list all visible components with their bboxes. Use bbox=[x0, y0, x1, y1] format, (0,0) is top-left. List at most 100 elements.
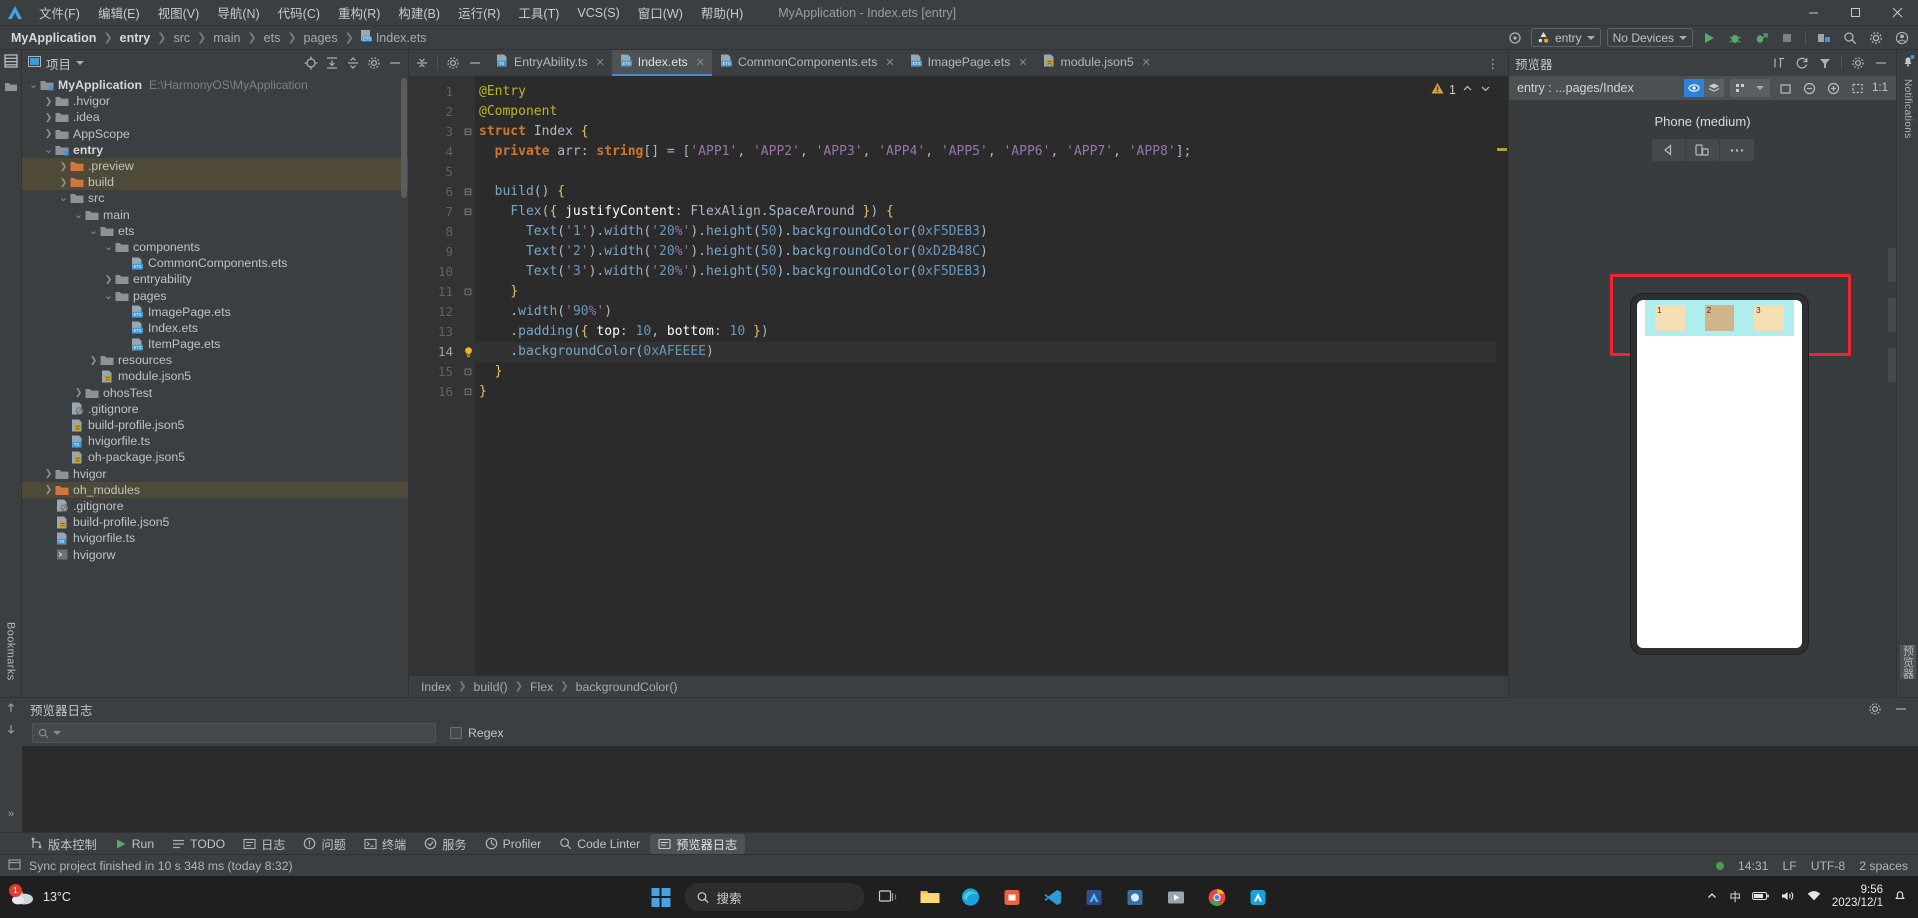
tree-item--idea[interactable]: ❯.idea bbox=[22, 109, 408, 125]
previewer-strip-label[interactable]: 预览器 bbox=[1900, 645, 1916, 679]
search-icon[interactable] bbox=[1840, 28, 1860, 48]
previewer-canvas[interactable]: Phone (medium) 123 bbox=[1509, 100, 1896, 697]
tree-item-oh-package-json5[interactable]: oh-package.json5 bbox=[22, 449, 408, 465]
menu-navigate[interactable]: 导航(N) bbox=[208, 0, 268, 25]
back-icon[interactable] bbox=[1652, 139, 1686, 161]
tree-item-commoncomponents-ets[interactable]: ETSCommonComponents.ets bbox=[22, 255, 408, 271]
expand-log-icon[interactable]: » bbox=[8, 808, 14, 820]
tool-window-profiler[interactable]: Profiler bbox=[477, 836, 550, 852]
more-options-icon[interactable] bbox=[1720, 139, 1754, 161]
phone-button[interactable] bbox=[1888, 348, 1896, 382]
crumb-entry[interactable]: entry bbox=[117, 31, 154, 45]
device-selector[interactable]: No Devices bbox=[1607, 28, 1693, 47]
fold-open-icon[interactable]: ⊟ bbox=[461, 202, 475, 222]
phone-screen[interactable]: 123 bbox=[1637, 300, 1802, 648]
code-line[interactable]: private arr: string[] = ['APP1', 'APP2',… bbox=[475, 142, 1508, 162]
chevron-down-icon[interactable]: ⌄ bbox=[103, 244, 114, 250]
tree-item-index-ets[interactable]: ETSIndex.ets bbox=[22, 320, 408, 336]
code-line[interactable]: .backgroundColor(0xAFEEEE) bbox=[475, 342, 1508, 362]
editor-tab-commoncomponents-ets[interactable]: ETSCommonComponents.ets✕ bbox=[712, 50, 902, 76]
regex-checkbox-group[interactable]: Regex bbox=[450, 726, 504, 740]
zoom-in-icon[interactable] bbox=[1824, 79, 1842, 97]
code-folding-gutter[interactable]: ⊟⊟⊟⊡⊡⊡ bbox=[461, 76, 475, 675]
code-line[interactable]: Flex({ justifyContent: FlexAlign.SpaceAr… bbox=[475, 202, 1508, 222]
tree-item-hvigorfile-ts[interactable]: TShvigorfile.ts bbox=[22, 530, 408, 546]
crumb-ets[interactable]: ets bbox=[261, 31, 284, 45]
tree-item-build-profile-json5[interactable]: build-profile.json5 bbox=[22, 514, 408, 530]
scroll-up-icon[interactable] bbox=[5, 702, 17, 717]
encoding-indicator[interactable]: UTF-8 bbox=[1811, 859, 1846, 873]
code-line[interactable]: Text('1').width('20%').height(50).backgr… bbox=[475, 222, 1508, 242]
close-icon[interactable]: ✕ bbox=[596, 56, 605, 69]
tree-item-entryability[interactable]: ❯entryability bbox=[22, 271, 408, 287]
harmonyos-button[interactable] bbox=[1241, 881, 1275, 913]
code-line[interactable]: struct Index { bbox=[475, 122, 1508, 142]
chevron-down-icon[interactable] bbox=[1750, 79, 1770, 97]
inspection-widget[interactable]: 1 bbox=[1431, 82, 1492, 98]
hide-panel-icon[interactable] bbox=[386, 54, 404, 72]
tree-item-pages[interactable]: ⌄pages bbox=[22, 287, 408, 303]
hide-log-icon[interactable] bbox=[1892, 700, 1910, 718]
editor-tab-index-ets[interactable]: ETSIndex.ets✕ bbox=[612, 50, 712, 76]
intention-bulb-icon[interactable] bbox=[461, 342, 475, 362]
tree-item-build[interactable]: ❯build bbox=[22, 174, 408, 190]
menu-code[interactable]: 代码(C) bbox=[269, 0, 329, 25]
account-icon[interactable] bbox=[1892, 28, 1912, 48]
code-line[interactable]: } bbox=[475, 382, 1508, 402]
notification-center-icon[interactable] bbox=[1894, 889, 1906, 905]
volume-icon[interactable] bbox=[1781, 890, 1796, 905]
code-line[interactable]: Text('2').width('20%').height(50).backgr… bbox=[475, 242, 1508, 262]
zoom-level-label[interactable]: 1:1 bbox=[1872, 82, 1888, 94]
crumb-pages[interactable]: pages bbox=[301, 31, 341, 45]
grid-icon[interactable] bbox=[1730, 79, 1750, 97]
tree-item-build-profile-json5[interactable]: build-profile.json5 bbox=[22, 417, 408, 433]
maximize-button[interactable] bbox=[1834, 0, 1876, 26]
crumb-project[interactable]: MyApplication bbox=[8, 31, 99, 45]
editor-error-stripe[interactable] bbox=[1496, 76, 1508, 675]
editor-crumb-struct[interactable]: Index bbox=[421, 680, 451, 694]
log-search-input[interactable] bbox=[32, 723, 436, 743]
editor-settings-icon[interactable] bbox=[444, 54, 462, 72]
fold-open-icon[interactable]: ⊟ bbox=[461, 122, 475, 142]
menu-refactor[interactable]: 重构(R) bbox=[329, 0, 389, 25]
hide-previewer-icon[interactable] bbox=[1872, 54, 1890, 72]
settings-gear-icon[interactable] bbox=[1849, 54, 1867, 72]
tool-window-preview-log[interactable]: 预览器日志 bbox=[650, 834, 745, 854]
chevron-down-icon[interactable]: ⌄ bbox=[88, 228, 99, 234]
fold-end-icon[interactable]: ⊡ bbox=[461, 362, 475, 382]
structure-tool-icon[interactable] bbox=[4, 81, 18, 96]
chevron-right-icon[interactable]: ❯ bbox=[43, 468, 54, 479]
tree-item-main[interactable]: ⌄main bbox=[22, 207, 408, 223]
chevron-down-icon[interactable] bbox=[53, 731, 61, 735]
tree-item--preview[interactable]: ❯.preview bbox=[22, 158, 408, 174]
menu-vcs[interactable]: VCS(S) bbox=[568, 3, 628, 23]
code-line[interactable]: .padding({ top: 10, bottom: 10 }) bbox=[475, 322, 1508, 342]
run-button[interactable] bbox=[1699, 28, 1719, 48]
menu-window[interactable]: 窗口(W) bbox=[629, 0, 692, 25]
menu-file[interactable]: 文件(F) bbox=[30, 0, 89, 25]
filter-icon[interactable] bbox=[1816, 54, 1834, 72]
chevron-right-icon[interactable]: ❯ bbox=[73, 387, 84, 398]
notifications-strip-label[interactable]: Notifications bbox=[1902, 79, 1913, 139]
tool-window-log[interactable]: 日志 bbox=[235, 834, 293, 854]
minimize-button[interactable] bbox=[1792, 0, 1834, 26]
chevron-right-icon[interactable]: ❯ bbox=[58, 161, 69, 172]
chevron-right-icon[interactable]: ❯ bbox=[43, 484, 54, 495]
taskbar-search[interactable]: 搜索 bbox=[685, 883, 865, 911]
network-icon[interactable] bbox=[1807, 890, 1821, 905]
tree-item-ets[interactable]: ⌄ets bbox=[22, 223, 408, 239]
tool-window-todo[interactable]: TODO bbox=[164, 836, 233, 852]
refresh-icon[interactable] bbox=[1793, 54, 1811, 72]
tree-item-hvigorw[interactable]: hvigorw bbox=[22, 546, 408, 562]
taskbar-clock[interactable]: 9:56 2023/12/1 bbox=[1832, 884, 1883, 910]
previewer-target[interactable]: entry : ...pages/Index bbox=[1517, 81, 1634, 95]
locate-file-icon[interactable] bbox=[302, 54, 320, 72]
next-problem-icon[interactable] bbox=[1479, 82, 1492, 98]
editor-tab-module-json5[interactable]: module.json5✕ bbox=[1035, 50, 1158, 76]
edge-browser-button[interactable] bbox=[954, 881, 988, 913]
zoom-out-icon[interactable] bbox=[1800, 79, 1818, 97]
expand-all-icon[interactable] bbox=[323, 54, 341, 72]
log-output[interactable] bbox=[22, 746, 1918, 832]
project-tree[interactable]: ⌄MyApplicationE:\HarmonyOS\MyApplication… bbox=[22, 76, 408, 697]
target-icon[interactable] bbox=[1505, 28, 1525, 48]
